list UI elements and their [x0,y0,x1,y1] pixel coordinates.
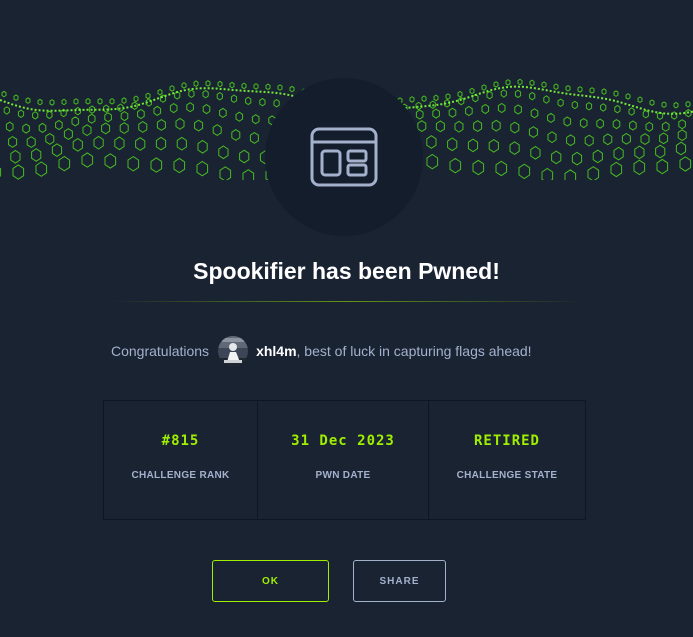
stat-label: PWN DATE [315,470,371,481]
user-avatar [218,336,249,366]
ok-button[interactable]: OK [212,560,329,602]
challenge-icon-circle [265,78,423,236]
share-button[interactable]: SHARE [353,560,446,602]
stat-value: 31 Dec 2023 [291,433,395,449]
stats-table: #815 CHALLENGE RANK 31 Dec 2023 PWN DATE… [103,400,586,520]
pwned-modal: Spookifier has been Pwned! Congratulatio… [0,0,693,637]
stat-challenge-rank: #815 CHALLENGE RANK [104,401,258,519]
congrats-prefix: Congratulations [111,343,210,359]
stat-challenge-state: RETIRED CHALLENGE STATE [429,401,585,519]
stat-value: RETIRED [473,433,540,449]
congrats-message: Congratulations xhl4m , best of luck in … [111,336,532,366]
title-divider [110,301,584,302]
modal-title: Spookifier has been Pwned! [193,258,500,284]
username: xhl4m [256,343,297,359]
stat-pwn-date: 31 Dec 2023 PWN DATE [258,401,429,519]
stat-label: CHALLENGE RANK [131,470,230,481]
congrats-suffix: , best of luck in capturing flags ahead! [296,343,532,359]
web-app-window-icon [310,127,378,187]
stat-label: CHALLENGE STATE [456,470,558,481]
stat-value: #815 [161,433,200,449]
